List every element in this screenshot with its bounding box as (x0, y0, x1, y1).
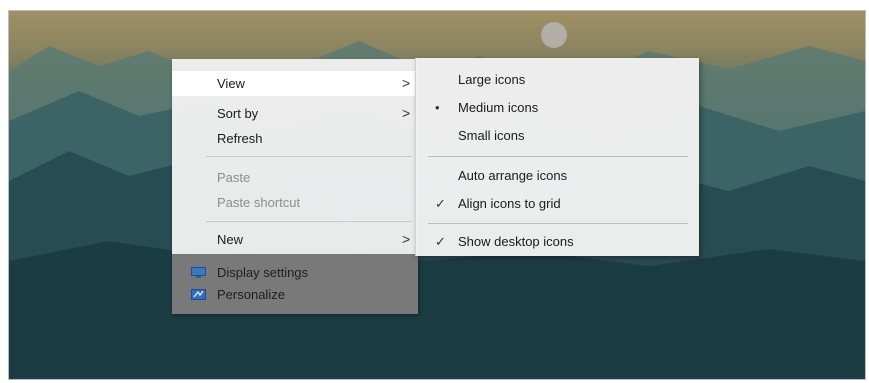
submenu-item-label: Align icons to grid (458, 196, 561, 211)
menu-item-personalize[interactable]: Personalize (172, 284, 418, 306)
submenu-item-show-desktop-icons[interactable]: ✓ Show desktop icons (416, 228, 699, 256)
submenu-item-align-to-grid[interactable]: ✓ Align icons to grid (416, 190, 699, 218)
menu-item-label: Paste (217, 170, 251, 185)
personalize-icon (191, 289, 206, 300)
menu-item-display-settings[interactable]: Display settings (172, 262, 418, 284)
submenu-item-label: Auto arrange icons (458, 168, 568, 183)
submenu-item-auto-arrange[interactable]: Auto arrange icons (416, 162, 699, 190)
menu-separator (206, 156, 412, 157)
menu-separator (206, 221, 412, 222)
submenu-item-medium-icons[interactable]: • Medium icons (416, 94, 699, 122)
menu-item-label: Personalize (217, 287, 285, 302)
menu-item-label: Refresh (217, 131, 263, 146)
desktop-context-menu: View > Sort by > Refresh Paste Paste sho… (172, 59, 418, 314)
menu-item-label: New (217, 232, 244, 247)
submenu-item-label: Large icons (458, 72, 526, 87)
submenu-item-label: Show desktop icons (458, 234, 574, 249)
chevron-right-icon: > (402, 75, 411, 91)
view-submenu: Large icons • Medium icons Small icons A… (415, 58, 699, 256)
menu-item-view[interactable]: View > (172, 71, 418, 96)
menu-item-paste[interactable]: Paste (172, 165, 418, 190)
submenu-item-label: Small icons (458, 128, 525, 143)
menu-item-label: Display settings (217, 265, 309, 280)
menu-item-refresh[interactable]: Refresh (172, 126, 418, 151)
menu-item-paste-shortcut[interactable]: Paste shortcut (172, 190, 418, 215)
menu-item-new[interactable]: New > (172, 227, 418, 252)
menu-lower-section: Display settings Personalize (172, 254, 418, 314)
submenu-item-label: Medium icons (458, 100, 539, 115)
submenu-item-small-icons[interactable]: Small icons (416, 122, 699, 150)
menu-item-sort-by[interactable]: Sort by > (172, 101, 418, 126)
menu-item-label: Sort by (217, 106, 259, 121)
submenu-separator (428, 156, 688, 157)
display-settings-icon (191, 267, 206, 278)
chevron-right-icon: > (402, 105, 411, 121)
menu-item-label: Paste shortcut (217, 195, 301, 210)
menu-item-label: View (217, 76, 245, 91)
chevron-right-icon: > (402, 231, 411, 247)
bullet-icon: • (435, 100, 440, 115)
checkmark-icon: ✓ (435, 196, 446, 211)
submenu-separator (428, 223, 688, 224)
submenu-item-large-icons[interactable]: Large icons (416, 66, 699, 94)
checkmark-icon: ✓ (435, 234, 446, 249)
